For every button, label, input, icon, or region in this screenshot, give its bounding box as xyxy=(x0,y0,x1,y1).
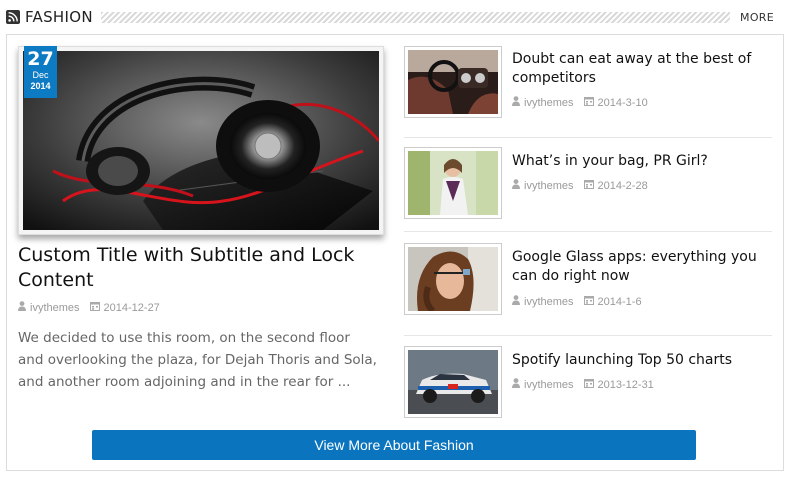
headphones-image xyxy=(23,51,379,230)
content-panel: 27 Dec 2014 Custom Title with Subtitle a… xyxy=(6,34,784,471)
post-title[interactable]: What’s in your bag, PR Girl? xyxy=(512,152,770,171)
featured-meta: ivythemes 2014-12-27 xyxy=(18,301,160,314)
fashion-girl-image xyxy=(408,151,498,215)
date-badge-day: 27 xyxy=(27,48,54,70)
post-title[interactable]: Doubt can eat away at the best of compet… xyxy=(512,50,770,88)
race-car-image xyxy=(408,350,498,414)
post-meta: ivythemes 2014-3-10 xyxy=(512,96,648,109)
post-date: 2014-3-10 xyxy=(597,96,648,109)
list-item: Google Glass apps: everything you can do… xyxy=(404,232,772,336)
user-icon xyxy=(512,378,520,391)
post-thumbnail[interactable] xyxy=(404,346,502,418)
post-author[interactable]: ivythemes xyxy=(524,180,574,192)
rss-icon[interactable] xyxy=(6,10,20,24)
post-author[interactable]: ivythemes xyxy=(524,97,574,109)
post-meta: ivythemes 2013-12-31 xyxy=(512,378,654,391)
section-title: FASHION xyxy=(25,7,93,26)
google-glass-image xyxy=(408,247,498,311)
post-list: Doubt can eat away at the best of compet… xyxy=(404,46,772,428)
featured-excerpt: We decided to use this room, on the seco… xyxy=(18,330,377,390)
user-icon xyxy=(512,179,520,192)
post-title[interactable]: Spotify launching Top 50 charts xyxy=(512,351,770,370)
list-item: What’s in your bag, PR Girl? ivythemes 2… xyxy=(404,138,772,232)
post-author[interactable]: ivythemes xyxy=(524,379,574,391)
calendar-icon xyxy=(89,301,100,314)
post-meta: ivythemes 2014-1-6 xyxy=(512,295,642,308)
calendar-icon xyxy=(583,96,594,109)
featured-image[interactable] xyxy=(18,46,384,235)
section-header: FASHION MORE xyxy=(6,6,784,28)
post-author[interactable]: ivythemes xyxy=(524,296,574,308)
featured-date: 2014-12-27 xyxy=(103,301,160,314)
post-date: 2014-2-28 xyxy=(597,179,648,192)
more-link[interactable]: MORE xyxy=(740,11,774,24)
list-item: Spotify launching Top 50 charts ivytheme… xyxy=(404,336,772,428)
list-item: Doubt can eat away at the best of compet… xyxy=(404,46,772,138)
user-icon xyxy=(18,301,26,314)
date-badge-year: 2014 xyxy=(30,81,51,91)
post-title[interactable]: Google Glass apps: everything you can do… xyxy=(512,248,770,286)
calendar-icon xyxy=(583,378,594,391)
user-icon xyxy=(512,96,520,109)
featured-title[interactable]: Custom Title with Subtitle and Lock Cont… xyxy=(18,243,384,293)
date-badge-month: Dec xyxy=(32,70,49,80)
user-icon xyxy=(512,295,520,308)
post-meta: ivythemes 2014-2-28 xyxy=(512,179,648,192)
post-thumbnail[interactable] xyxy=(404,243,502,315)
post-thumbnail[interactable] xyxy=(404,46,502,118)
header-divider xyxy=(100,11,731,23)
post-date: 2013-12-31 xyxy=(597,378,654,391)
post-thumbnail[interactable] xyxy=(404,147,502,219)
featured-author[interactable]: ivythemes xyxy=(30,302,80,314)
calendar-icon xyxy=(583,295,594,308)
view-more-button[interactable]: View More About Fashion xyxy=(92,430,696,460)
car-interior-image xyxy=(408,50,498,114)
post-date: 2014-1-6 xyxy=(597,295,642,308)
calendar-icon xyxy=(583,179,594,192)
date-badge: 27 Dec 2014 xyxy=(24,46,57,98)
